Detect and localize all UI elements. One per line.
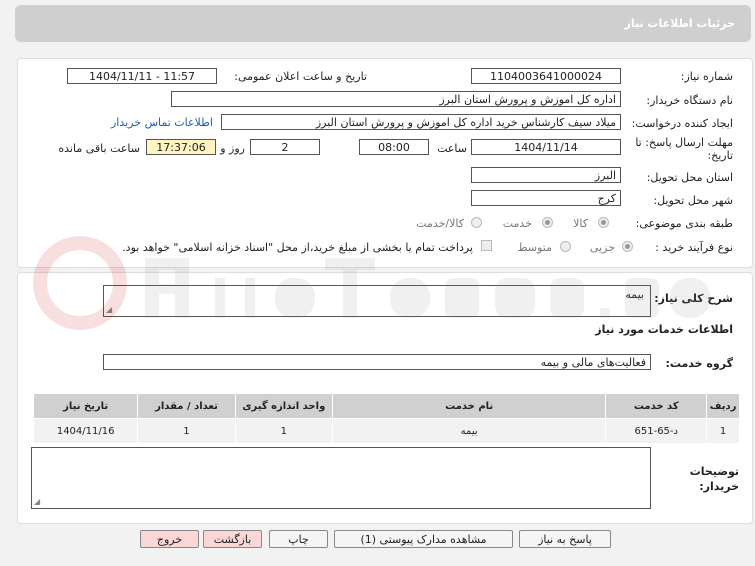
buyer-field: اداره کل اموزش و پرورش استان البرز xyxy=(171,91,621,107)
view-attachments-button[interactable]: مشاهده مدارک پیوستی (1) xyxy=(334,530,513,548)
need-number-field: 1104003641000024 xyxy=(471,68,621,84)
col-quantity: تعداد / مقدار xyxy=(137,393,236,419)
category-goods-service-radio[interactable] xyxy=(471,217,482,228)
hour-label: ساعت xyxy=(437,142,467,155)
service-group-field: فعالیت‌های مالی و بیمه xyxy=(103,354,651,370)
deadline-label-date: تاریخ: xyxy=(707,149,733,162)
buyer-notes-label: توضیحات xyxy=(689,465,739,478)
cell-quantity: 1 xyxy=(137,418,236,444)
deadline-date-field: 1404/11/14 xyxy=(471,139,621,155)
col-unit: واحد اندازه گیری xyxy=(234,393,333,419)
days-label: روز و xyxy=(220,142,245,155)
announce-label: تاریخ و ساعت اعلان عمومی: xyxy=(234,70,367,83)
creator-field: میلاد سیف کارشناس خرید اداره کل اموزش و … xyxy=(221,114,621,130)
service-group-label: گروه خدمت: xyxy=(665,357,733,370)
creator-label: ایجاد کننده درخواست: xyxy=(631,117,733,130)
remaining-time-field: 17:37:06 xyxy=(146,139,216,155)
days-field: 2 xyxy=(250,139,320,155)
remaining-label: ساعت باقی مانده xyxy=(58,142,140,155)
deadline-label: مهلت ارسال پاسخ: تا xyxy=(635,136,733,149)
services-table: ردیف کد خدمت نام خدمت واحد اندازه گیری ت… xyxy=(32,393,740,444)
city-field: کرج xyxy=(471,190,621,206)
table-row: 1 د-65-651 بیمه 1 1 1404/11/16 xyxy=(32,418,740,444)
page-title: جزئیات اطلاعات نیاز xyxy=(624,17,736,30)
city-label: شهر محل تحویل: xyxy=(653,194,733,207)
cell-unit: 1 xyxy=(234,418,333,444)
cell-need-date: 1404/11/16 xyxy=(32,418,139,444)
back-button[interactable]: بازگشت xyxy=(203,530,262,548)
buyer-label: نام دستگاه خریدار: xyxy=(646,94,733,107)
buyer-contact-link[interactable]: اطلاعات تماس خریدار xyxy=(111,116,213,129)
buyer-notes-field: ◢ xyxy=(31,447,651,509)
reply-button[interactable]: پاسخ به نیاز xyxy=(519,530,611,548)
category-goods-radio[interactable] xyxy=(598,217,609,228)
buyer-notes-label-2: خریدار: xyxy=(699,480,739,493)
category-service-radio[interactable] xyxy=(542,217,553,228)
deadline-time-field: 08:00 xyxy=(359,139,429,155)
table-header-row: ردیف کد خدمت نام خدمت واحد اندازه گیری ت… xyxy=(32,393,740,419)
cell-service-code: د-65-651 xyxy=(605,418,708,444)
cell-row: 1 xyxy=(706,418,740,444)
col-service-name: نام خدمت xyxy=(331,393,607,419)
print-button[interactable]: چاپ xyxy=(269,530,328,548)
col-service-code: کد خدمت xyxy=(605,393,708,419)
col-need-date: تاریخ نیاز xyxy=(32,393,139,419)
exit-button[interactable]: خروج xyxy=(140,530,199,548)
col-row: ردیف xyxy=(706,393,740,419)
ariatender-watermark-logo xyxy=(33,236,710,330)
cell-service-name: بیمه xyxy=(331,418,607,444)
page-header: جزئیات اطلاعات نیاز xyxy=(15,5,751,42)
province-label: استان محل تحویل: xyxy=(646,171,733,184)
need-number-label: شماره نیاز: xyxy=(680,70,733,83)
resize-grip-icon[interactable]: ◢ xyxy=(34,497,40,506)
announce-datetime-field: 1404/11/11 - 11:57 xyxy=(67,68,217,84)
province-field: البرز xyxy=(471,167,621,183)
